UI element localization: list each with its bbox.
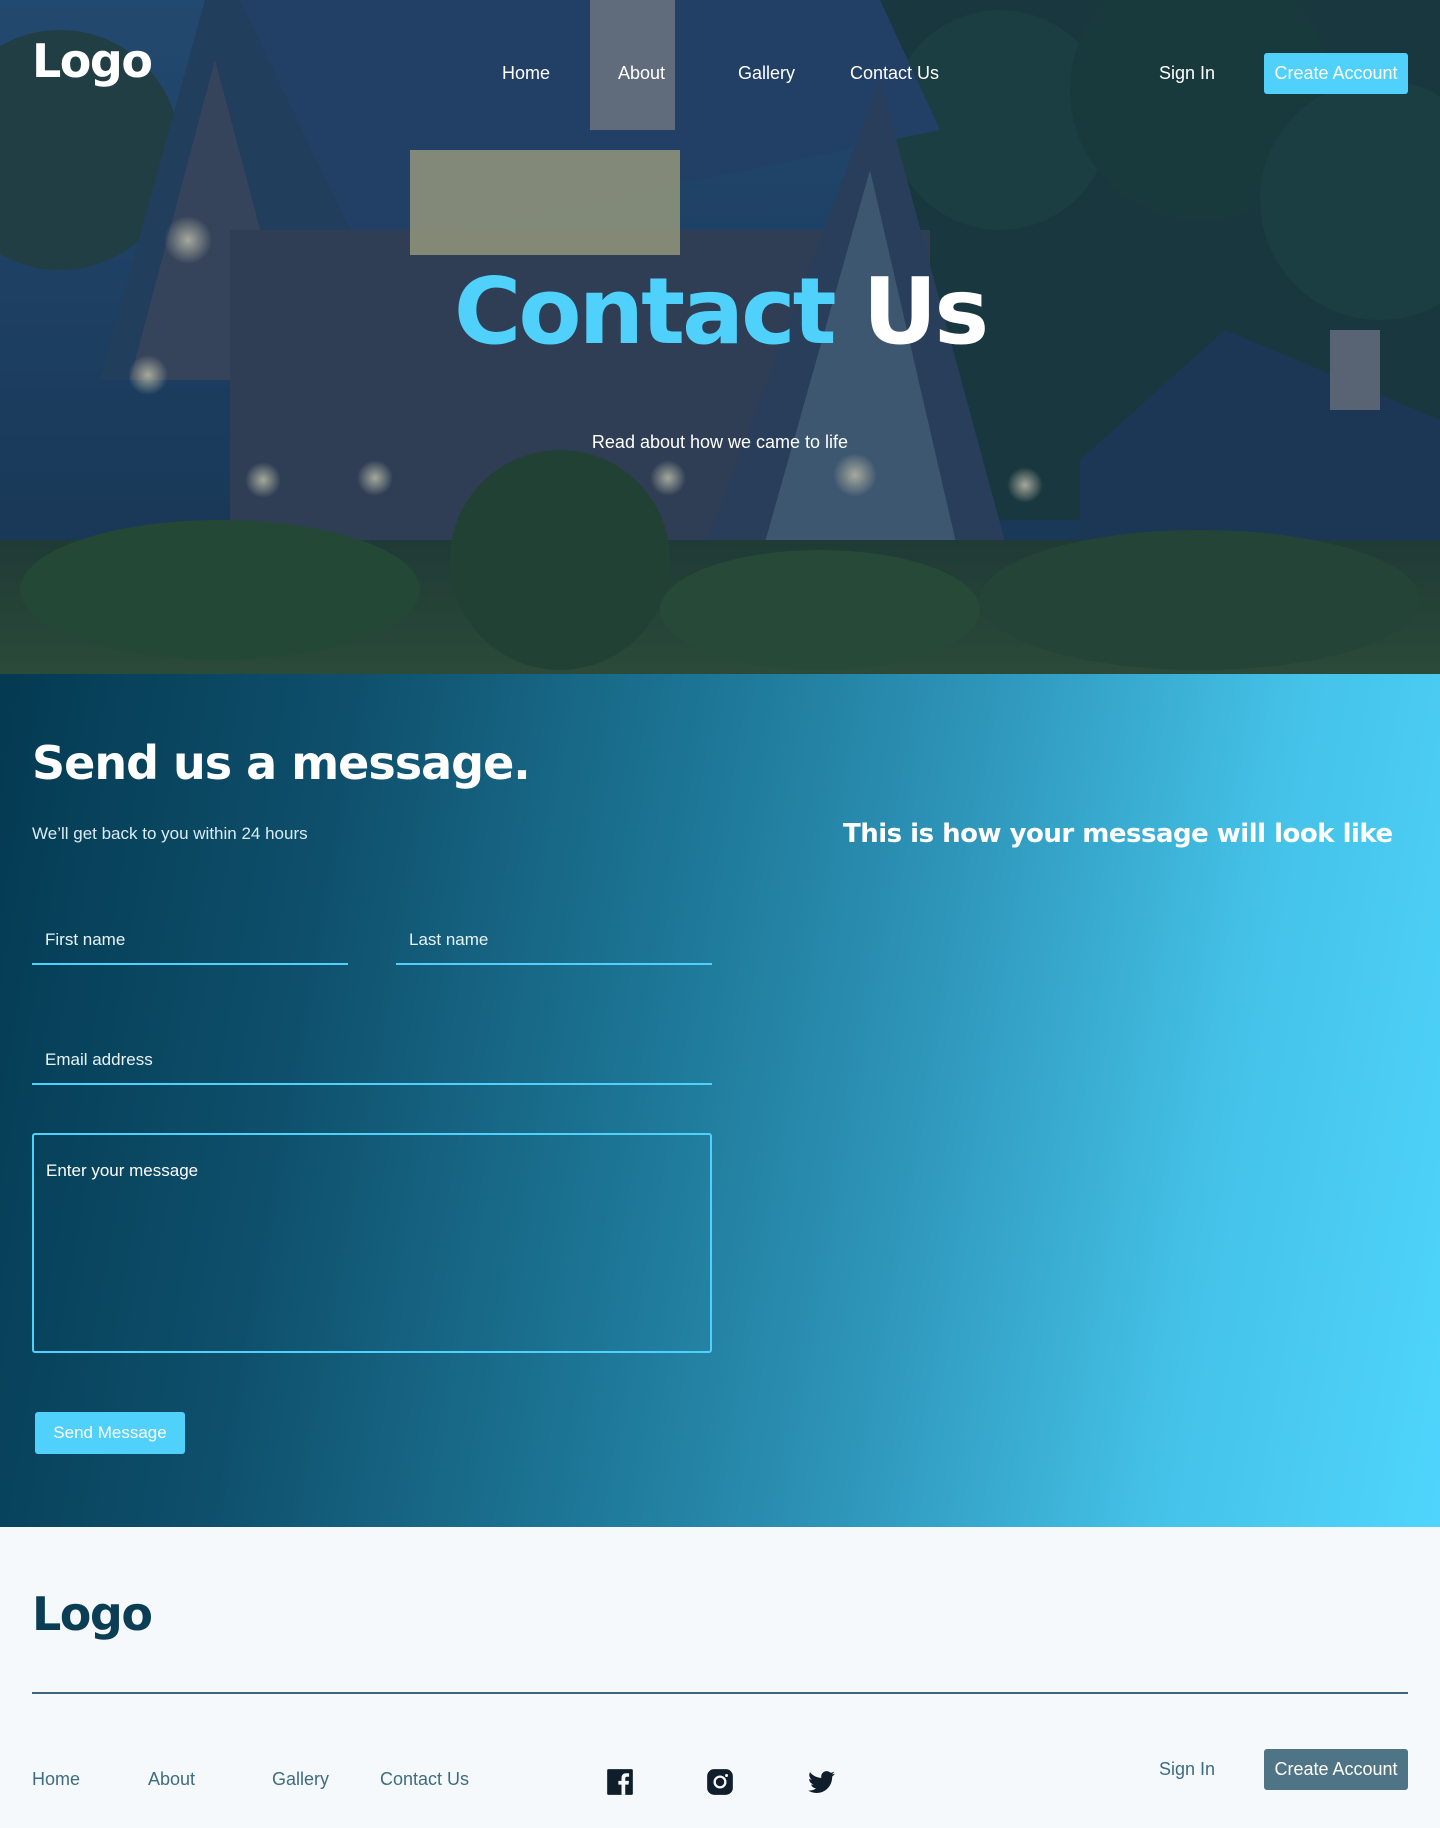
twitter-icon[interactable]	[806, 1768, 838, 1796]
facebook-icon[interactable]	[606, 1768, 634, 1796]
footer-divider	[32, 1692, 1408, 1694]
form-title: Send us a message.	[32, 736, 531, 790]
hero-section: Logo Home About Gallery Contact Us Sign …	[0, 0, 1440, 674]
footer-nav-gallery[interactable]: Gallery	[272, 1769, 329, 1790]
email-input[interactable]	[32, 1037, 712, 1085]
send-message-button[interactable]: Send Message	[35, 1412, 185, 1454]
header-logo[interactable]: Logo	[32, 34, 153, 88]
footer-sign-in-link[interactable]: Sign In	[1159, 1759, 1215, 1780]
hero-title: Contact Us	[0, 258, 1440, 365]
footer-nav-home[interactable]: Home	[32, 1769, 80, 1790]
contact-section: Send us a message. We’ll get back to you…	[0, 674, 1440, 1527]
footer: Logo Home About Gallery Contact Us Sign …	[0, 1527, 1440, 1828]
footer-create-account-button[interactable]: Create Account	[1264, 1749, 1408, 1790]
nav-contact-us[interactable]: Contact Us	[850, 63, 939, 84]
sign-in-link[interactable]: Sign In	[1159, 63, 1215, 84]
create-account-button[interactable]: Create Account	[1264, 53, 1408, 94]
nav-home[interactable]: Home	[502, 63, 550, 84]
first-name-input[interactable]	[32, 917, 348, 965]
instagram-icon[interactable]	[706, 1768, 734, 1796]
hero-title-accent: Contact	[453, 258, 837, 365]
nav-about[interactable]: About	[618, 63, 665, 84]
last-name-input[interactable]	[396, 917, 712, 965]
hero-subtitle: Read about how we came to life	[591, 432, 849, 452]
footer-nav-contact-us[interactable]: Contact Us	[380, 1769, 469, 1790]
message-preview-title: This is how your message will look like	[843, 819, 1393, 849]
form-subtitle: We’ll get back to you within 24 hours	[32, 824, 308, 843]
message-textarea[interactable]	[32, 1133, 712, 1353]
nav-gallery[interactable]: Gallery	[738, 63, 795, 84]
footer-nav-about[interactable]: About	[148, 1769, 195, 1790]
hero-title-rest: Us	[833, 258, 989, 365]
footer-logo[interactable]: Logo	[32, 1587, 153, 1641]
